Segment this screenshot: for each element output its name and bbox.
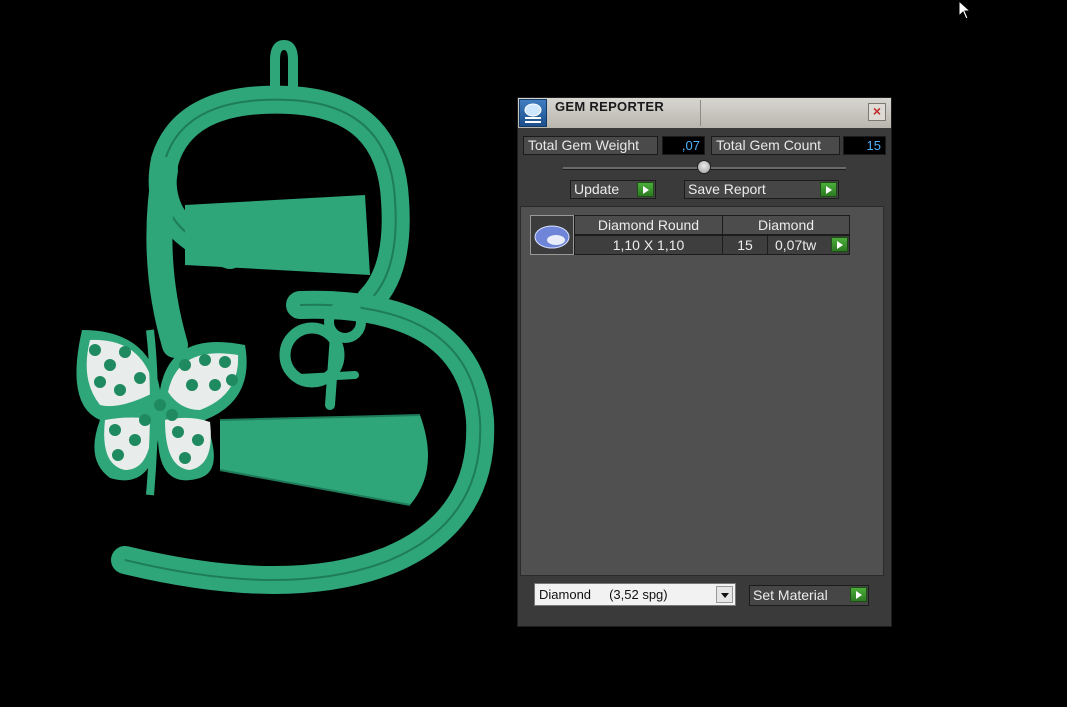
set-material-button-label: Set Material <box>753 587 828 603</box>
save-report-button[interactable]: Save Report <box>684 180 839 199</box>
gem-list[interactable]: Diamond Round Diamond 1,10 X 1,10 15 0,0… <box>520 206 884 576</box>
total-gem-count-value: 15 <box>843 136 886 155</box>
chevron-down-icon[interactable] <box>716 586 733 603</box>
material-select[interactable]: Diamond (3,52 spg) <box>534 583 736 606</box>
gem-reporter-app-icon <box>519 99 547 127</box>
gem-weight-cell: 0,07tw <box>767 235 850 255</box>
close-icon: × <box>872 103 882 119</box>
slider-handle[interactable] <box>697 160 711 174</box>
panel-title: GEM REPORTER <box>555 99 665 114</box>
update-button[interactable]: Update <box>570 180 656 199</box>
total-gem-count-label: Total Gem Count <box>711 136 840 155</box>
diamond-round-gem-icon <box>530 215 574 255</box>
play-arrow-icon[interactable] <box>831 237 848 252</box>
titlebar-divider <box>700 100 701 126</box>
total-gem-weight-value: ,07 <box>662 136 705 155</box>
play-arrow-icon <box>850 587 867 602</box>
save-report-button-label: Save Report <box>688 181 766 197</box>
gem-size-cell: 1,10 X 1,10 <box>574 235 723 255</box>
gem-count-cell: 15 <box>722 235 768 255</box>
gem-type-header: Diamond Round <box>574 215 723 235</box>
gem-reporter-panel: GEM REPORTER × Total Gem Weight ,07 Tota… <box>517 97 892 627</box>
mouse-cursor-icon <box>958 0 972 20</box>
play-arrow-icon <box>820 182 837 197</box>
close-button[interactable]: × <box>868 103 886 121</box>
panel-titlebar[interactable]: GEM REPORTER × <box>518 98 891 128</box>
gem-material-header: Diamond <box>722 215 850 235</box>
play-arrow-icon <box>637 182 654 197</box>
update-button-label: Update <box>574 181 620 197</box>
total-gem-weight-label: Total Gem Weight <box>523 136 658 155</box>
gem-weight-value: 0,07tw <box>775 237 817 253</box>
material-select-value: Diamond (3,52 spg) <box>539 587 668 602</box>
set-material-button[interactable]: Set Material <box>749 585 869 606</box>
